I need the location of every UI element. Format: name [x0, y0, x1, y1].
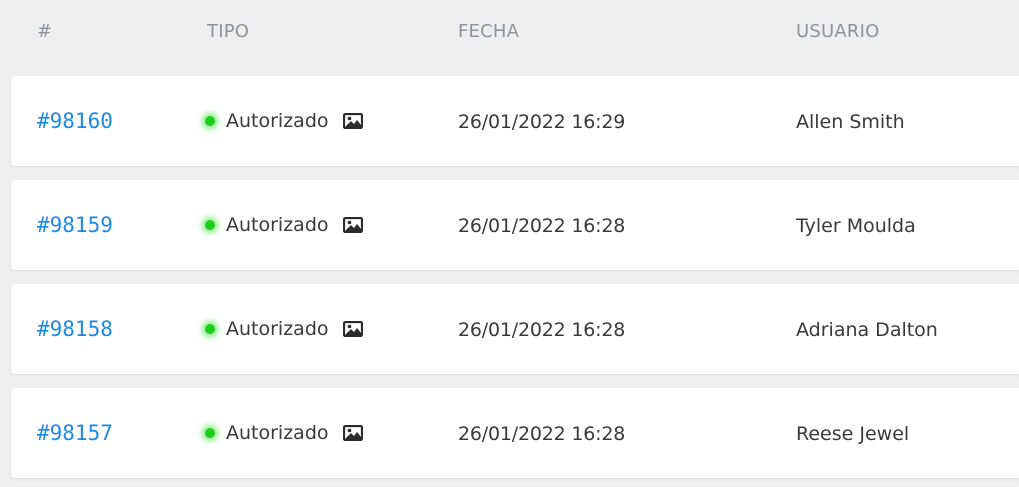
table-header: # TIPO FECHA USUARIO	[0, 0, 1019, 70]
column-header-number: #	[37, 21, 53, 42]
column-header-usuario: USUARIO	[796, 21, 880, 42]
table-row[interactable]: #98160 Autorizado 26/01/2022 16:29 Allen…	[11, 76, 1019, 166]
tipo-label: Autorizado	[226, 110, 329, 132]
usuario-cell: Reese Jewel	[796, 423, 910, 445]
table-row[interactable]: #98158 Autorizado 26/01/2022 16:28 Adria…	[11, 284, 1019, 374]
tipo-cell: Autorizado	[205, 318, 363, 340]
fecha-cell: 26/01/2022 16:29	[458, 111, 626, 133]
image-icon[interactable]	[342, 113, 363, 129]
usuario-cell: Allen Smith	[796, 111, 905, 133]
tipo-cell: Autorizado	[205, 214, 363, 236]
column-header-fecha: FECHA	[458, 21, 520, 42]
table-row[interactable]: #98159 Autorizado 26/01/2022 16:28 Tyler…	[11, 180, 1019, 270]
fecha-cell: 26/01/2022 16:28	[458, 319, 626, 341]
image-icon[interactable]	[342, 425, 363, 441]
record-id-link[interactable]: #98160	[37, 109, 113, 133]
image-icon[interactable]	[342, 217, 363, 233]
image-icon[interactable]	[342, 321, 363, 337]
table-row[interactable]: #98157 Autorizado 26/01/2022 16:28 Reese…	[11, 388, 1019, 478]
status-dot-icon	[205, 324, 215, 334]
tipo-label: Autorizado	[226, 318, 329, 340]
record-id-link[interactable]: #98158	[37, 317, 113, 341]
record-id-link[interactable]: #98159	[37, 213, 113, 237]
tipo-label: Autorizado	[226, 422, 329, 444]
status-dot-icon	[205, 220, 215, 230]
tipo-cell: Autorizado	[205, 422, 363, 444]
record-id-link[interactable]: #98157	[37, 421, 113, 445]
fecha-cell: 26/01/2022 16:28	[458, 423, 626, 445]
tipo-cell: Autorizado	[205, 110, 363, 132]
fecha-cell: 26/01/2022 16:28	[458, 215, 626, 237]
status-dot-icon	[205, 428, 215, 438]
usuario-cell: Tyler Moulda	[796, 215, 916, 237]
usuario-cell: Adriana Dalton	[796, 319, 938, 341]
status-dot-icon	[205, 116, 215, 126]
tipo-label: Autorizado	[226, 214, 329, 236]
column-header-tipo: TIPO	[207, 21, 250, 42]
